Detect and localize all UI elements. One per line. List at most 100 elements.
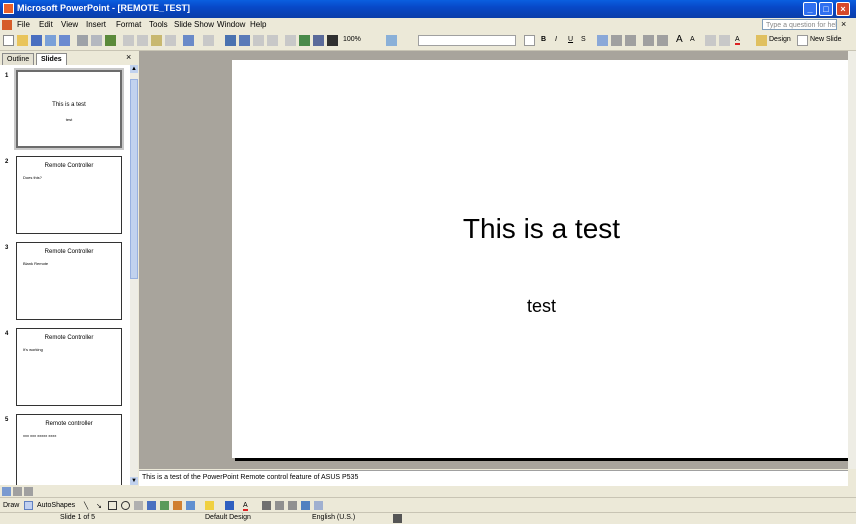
text-box-icon[interactable] bbox=[134, 501, 143, 510]
slide-thumbnail-1[interactable]: This is a test test bbox=[16, 70, 122, 148]
format-painter-icon[interactable] bbox=[165, 35, 176, 46]
current-slide[interactable]: This is a test test bbox=[232, 60, 851, 458]
menu-file[interactable]: File bbox=[17, 20, 30, 29]
paste-icon[interactable] bbox=[151, 35, 162, 46]
cut-icon[interactable] bbox=[123, 35, 134, 46]
permission-icon[interactable] bbox=[45, 35, 56, 46]
scroll-up-arrow-icon[interactable]: ▲ bbox=[130, 65, 138, 73]
scroll-down-arrow-icon[interactable]: ▼ bbox=[130, 477, 138, 485]
slide-thumbnail-2[interactable]: Remote Controller Does this? bbox=[16, 156, 122, 234]
thumbnail-scrollbar[interactable]: ▲ ▼ bbox=[130, 65, 138, 485]
menu-help[interactable]: Help bbox=[250, 20, 266, 29]
new-slide-button[interactable]: New Slide bbox=[810, 36, 842, 43]
copy-icon[interactable] bbox=[137, 35, 148, 46]
spelling-icon[interactable] bbox=[105, 35, 116, 46]
decrease-font-icon[interactable]: A bbox=[690, 36, 695, 43]
menu-tools[interactable]: Tools bbox=[149, 20, 168, 29]
3d-style-icon[interactable] bbox=[314, 501, 323, 510]
help-icon[interactable] bbox=[386, 35, 397, 46]
print-preview-icon[interactable] bbox=[91, 35, 102, 46]
line-style-icon[interactable] bbox=[262, 501, 271, 510]
slide-sorter-view-icon[interactable] bbox=[13, 487, 22, 496]
arrow-style-icon[interactable] bbox=[288, 501, 297, 510]
numbering-icon[interactable] bbox=[643, 35, 654, 46]
menu-edit[interactable]: Edit bbox=[39, 20, 53, 29]
maximize-button[interactable]: □ bbox=[819, 2, 833, 16]
slide-title-placeholder[interactable]: This is a test bbox=[232, 213, 851, 245]
close-button[interactable]: × bbox=[836, 2, 850, 16]
line-icon[interactable]: ╲ bbox=[84, 502, 88, 510]
decrease-indent-icon[interactable] bbox=[705, 35, 716, 46]
bold-icon[interactable]: B bbox=[541, 36, 546, 43]
tables-borders-icon[interactable] bbox=[253, 35, 264, 46]
redo-icon[interactable] bbox=[203, 35, 214, 46]
close-document-icon[interactable]: × bbox=[841, 19, 846, 29]
underline-icon[interactable]: U bbox=[568, 36, 573, 43]
dash-style-icon[interactable] bbox=[275, 501, 284, 510]
fill-color-icon[interactable] bbox=[205, 501, 214, 510]
font-size-select[interactable] bbox=[524, 35, 535, 46]
italic-icon[interactable]: I bbox=[555, 36, 557, 43]
notes-pane[interactable]: This is a test of the PowerPoint Remote … bbox=[139, 470, 848, 486]
slide-thumbnail-5[interactable]: Remote controller xxx xxx xxxxx xxxx bbox=[16, 414, 122, 485]
new-slide-icon[interactable] bbox=[797, 35, 808, 46]
font-color-icon[interactable]: A bbox=[735, 36, 740, 45]
spelling-status-icon[interactable] bbox=[393, 514, 402, 523]
slide-subtitle-placeholder[interactable]: test bbox=[232, 296, 851, 317]
open-folder-icon[interactable] bbox=[17, 35, 28, 46]
menu-format[interactable]: Format bbox=[116, 20, 141, 29]
shadow-style-icon[interactable] bbox=[301, 501, 310, 510]
design-icon[interactable] bbox=[756, 35, 767, 46]
notes-text[interactable]: This is a test of the PowerPoint Remote … bbox=[142, 474, 358, 481]
rectangle-icon[interactable] bbox=[108, 501, 117, 510]
clip-art-icon[interactable] bbox=[173, 501, 182, 510]
line-color-icon[interactable] bbox=[225, 501, 234, 510]
close-pane-icon[interactable]: × bbox=[126, 52, 131, 62]
diagram-icon[interactable] bbox=[160, 501, 169, 510]
insert-hyperlink-icon[interactable] bbox=[267, 35, 278, 46]
oval-icon[interactable] bbox=[121, 501, 130, 510]
wordart-icon[interactable] bbox=[147, 501, 156, 510]
shadow-icon[interactable]: S bbox=[581, 36, 586, 43]
autoshapes-menu-button[interactable]: AutoShapes bbox=[37, 502, 75, 509]
arrow-icon[interactable]: ↘ bbox=[96, 502, 102, 510]
email-icon[interactable] bbox=[59, 35, 70, 46]
normal-view-icon[interactable] bbox=[2, 487, 11, 496]
insert-picture-icon[interactable] bbox=[186, 501, 195, 510]
print-icon[interactable] bbox=[77, 35, 88, 46]
draw-menu-button[interactable]: Draw bbox=[3, 502, 19, 509]
grayscale-icon[interactable] bbox=[313, 35, 324, 46]
insert-chart-icon[interactable] bbox=[225, 35, 236, 46]
canvas-scrollbar[interactable] bbox=[848, 51, 856, 469]
expand-all-icon[interactable] bbox=[285, 35, 296, 46]
align-right-icon[interactable] bbox=[625, 35, 636, 46]
align-left-icon[interactable] bbox=[597, 35, 608, 46]
tab-outline[interactable]: Outline bbox=[2, 53, 35, 65]
show-formatting-icon[interactable] bbox=[299, 35, 310, 46]
scrollbar-thumb[interactable] bbox=[130, 79, 138, 279]
bullets-icon[interactable] bbox=[657, 35, 668, 46]
menu-window[interactable]: Window bbox=[217, 20, 245, 29]
menu-view[interactable]: View bbox=[61, 20, 78, 29]
document-icon[interactable] bbox=[2, 20, 12, 30]
color-view-icon[interactable] bbox=[327, 35, 338, 46]
font-name-select[interactable] bbox=[418, 35, 516, 46]
increase-indent-icon[interactable] bbox=[719, 35, 730, 46]
slide-show-view-icon[interactable] bbox=[24, 487, 33, 496]
slide-thumbnail-3[interactable]: Remote Controller Blank Remote bbox=[16, 242, 122, 320]
menu-insert[interactable]: Insert bbox=[86, 20, 106, 29]
increase-font-icon[interactable]: A bbox=[676, 34, 683, 45]
font-color-icon[interactable]: A bbox=[243, 502, 248, 511]
menu-slide-show[interactable]: Slide Show bbox=[174, 20, 214, 29]
help-search-input[interactable]: Type a question for help bbox=[762, 19, 837, 30]
save-icon[interactable] bbox=[31, 35, 42, 46]
align-center-icon[interactable] bbox=[611, 35, 622, 46]
tab-slides[interactable]: Slides bbox=[36, 53, 67, 65]
insert-table-icon[interactable] bbox=[239, 35, 250, 46]
select-objects-icon[interactable] bbox=[24, 501, 33, 510]
design-button[interactable]: Design bbox=[769, 36, 791, 43]
zoom-select[interactable]: 100% bbox=[343, 36, 361, 43]
undo-icon[interactable] bbox=[183, 35, 194, 46]
new-document-icon[interactable] bbox=[3, 35, 14, 46]
minimize-button[interactable]: _ bbox=[803, 2, 817, 16]
